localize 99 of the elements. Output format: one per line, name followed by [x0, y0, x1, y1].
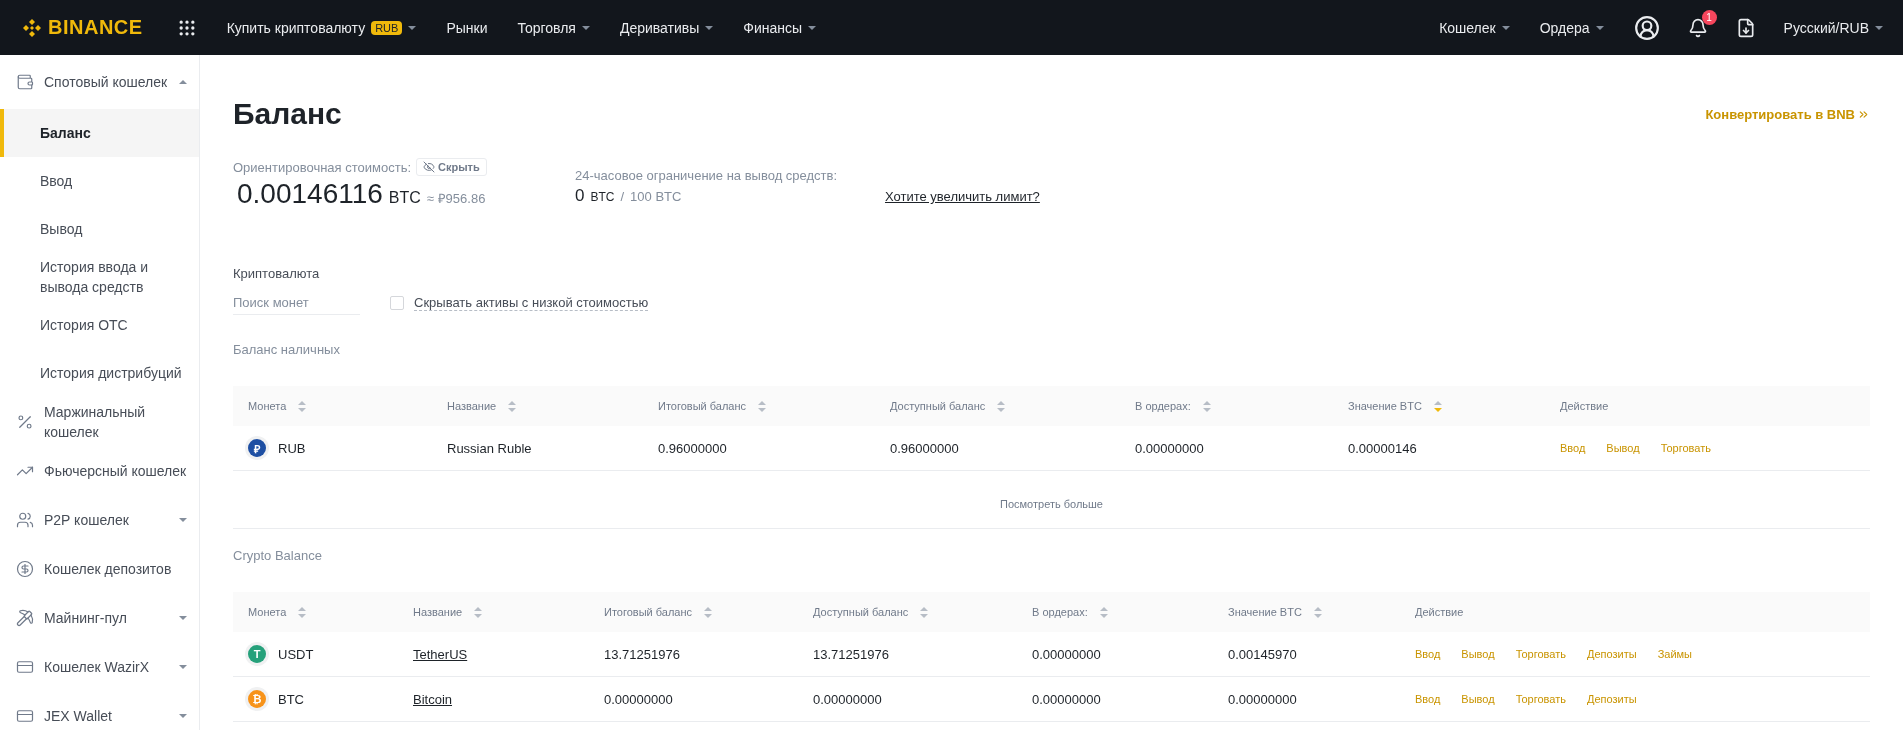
sort-icon[interactable]	[1099, 606, 1108, 618]
coin-name-link[interactable]: Bitcoin	[413, 691, 453, 707]
sidebar-item[interactable]: Кошелек WazirX	[0, 642, 199, 691]
column-header: Доступный баланс	[890, 400, 986, 412]
sidebar-item[interactable]: Вывод	[0, 205, 199, 253]
sidebar-item[interactable]: Баланс	[0, 109, 199, 157]
nav-link[interactable]: Деривативы	[619, 19, 714, 36]
sort-icon[interactable]	[997, 400, 1006, 412]
column-header: Действие	[1560, 400, 1609, 412]
nav-link[interactable]: Финансы	[743, 19, 817, 36]
table-cell-text: 0.00145970	[1228, 646, 1298, 662]
sidebar-item[interactable]: Фьючерсный кошелек	[0, 446, 199, 495]
logo-text: BINANCE	[48, 16, 143, 39]
table-cell-text: 0.96000000	[890, 440, 960, 456]
table-cell-text: 0.00000000	[1135, 440, 1205, 456]
table-cell: BTC	[278, 691, 304, 707]
nav-link[interactable]: Торговля	[517, 19, 590, 36]
table-cell-text: 13.71251976	[604, 646, 681, 662]
coin-icon: ₽	[248, 439, 266, 457]
table-cell-text: 0.00000000	[604, 691, 674, 707]
increase-limit-link[interactable]: Хотите увеличить лимит?	[885, 189, 1040, 204]
column-header: Монета	[248, 606, 287, 618]
language-selector[interactable]: Русский/RUB	[1783, 19, 1883, 36]
sort-icon[interactable]	[298, 606, 307, 618]
sort-icon[interactable]	[758, 400, 767, 412]
coin-name-link[interactable]: TetherUS	[413, 646, 468, 662]
sort-icon[interactable]	[298, 400, 307, 412]
sidebar-item[interactable]: История OTC	[0, 301, 199, 349]
column-header: Доступный баланс	[813, 606, 909, 618]
section-title: Crypto Balance	[233, 548, 323, 563]
eye-off-icon	[423, 161, 436, 173]
table-cell-text: 0.00000146	[1348, 440, 1418, 456]
column-header: Действие	[1415, 606, 1464, 618]
sidebar-item[interactable]: История ввода и вывода средств	[0, 253, 199, 301]
hide-button[interactable]: Скрыть	[416, 158, 487, 176]
table-cell-text: Russian Ruble	[447, 440, 533, 456]
table-cell-text: 0.96000000	[658, 440, 728, 456]
wallet-icon	[16, 73, 36, 91]
sidebar-item[interactable]: Майнинг-пул	[0, 593, 199, 642]
page-title: Баланс	[233, 97, 342, 131]
table-cell-text: 13.71251976	[813, 646, 890, 662]
nav-link[interactable]: Купить криптовалюту RUB	[226, 19, 417, 36]
sidebar-item[interactable]: Спотовый кошелек	[0, 55, 199, 109]
bell-icon[interactable]	[1687, 17, 1708, 38]
sort-icon[interactable]	[1202, 400, 1211, 412]
sort-icon[interactable]	[704, 606, 713, 618]
sidebar-item[interactable]: Маржинальный кошелек	[0, 397, 199, 446]
people-icon	[16, 510, 36, 529]
table-cell-text: 0.00000000	[813, 691, 883, 707]
nav-link[interactable]: Ордера	[1539, 19, 1604, 36]
table-cell-text: 0.00000000	[1032, 691, 1102, 707]
balance-amount: 0.00146116	[237, 178, 383, 210]
coin-icon: ₿	[248, 690, 266, 708]
coin-icon: T	[248, 645, 266, 663]
limit-unit: BTC	[590, 190, 615, 204]
table-cell: USDT	[278, 646, 314, 662]
table-cell-text: 0.00000000	[1228, 691, 1298, 707]
column-header: Монета	[248, 400, 287, 412]
sidebar-item[interactable]: JEX Wallet	[0, 691, 199, 730]
caret-icon	[1875, 25, 1883, 30]
column-header: Итоговый баланс	[604, 606, 693, 618]
limit-label: 24-часовое ограничение на вывод средств:	[575, 168, 838, 183]
hide-small-option[interactable]: Скрывать активы с низкой стоимостью	[390, 295, 649, 311]
pickaxe-icon	[16, 608, 36, 627]
sort-icon[interactable]	[1433, 400, 1442, 412]
notification-count: 1	[1701, 9, 1717, 25]
sort-icon[interactable]	[1313, 606, 1322, 618]
limit-total: 100 BTC	[630, 189, 682, 204]
column-header: В ордерах:	[1135, 400, 1191, 412]
dollar-coin-icon	[16, 559, 36, 578]
column-header: Название	[447, 400, 497, 412]
estimate-label: Ориентировочная стоимость:	[233, 159, 412, 175]
sidebar-item[interactable]: Ввод	[0, 157, 199, 205]
column-header: Значение BTC	[1348, 400, 1422, 412]
nav-link[interactable]: Кошелек	[1439, 19, 1510, 36]
table-cell-text: 0.00000000	[1032, 646, 1102, 662]
logo-icon	[22, 17, 42, 38]
section-title: Баланс наличных	[233, 342, 341, 357]
sidebar-item[interactable]: История дистрибуций	[0, 349, 199, 397]
sidebar-item[interactable]: Кошелек депозитов	[0, 544, 199, 593]
show-more-link[interactable]: Посмотреть больше	[233, 479, 1870, 529]
column-header: Итоговый баланс	[658, 400, 747, 412]
fiat-approx: ≈ ₽956.86	[426, 190, 486, 207]
limit-separator: /	[620, 189, 625, 204]
sort-icon[interactable]	[474, 606, 483, 618]
sidebar-item[interactable]: P2P кошелек	[0, 495, 199, 544]
column-header: В ордерах:	[1032, 606, 1088, 618]
checkbox[interactable]	[390, 296, 404, 310]
table-cell: RUB	[278, 440, 306, 456]
column-header: Значение BTC	[1228, 606, 1302, 618]
filter-label: Криптовалюта	[233, 266, 321, 281]
column-header: Название	[413, 606, 463, 618]
limit-used: 0	[575, 186, 585, 206]
user-icon[interactable]	[1633, 14, 1660, 41]
balance-unit: BTC	[388, 189, 421, 207]
sort-icon[interactable]	[920, 606, 929, 618]
currency-badge: RUB	[371, 20, 403, 35]
sort-icon[interactable]	[508, 400, 517, 412]
nav-link[interactable]: Рынки	[446, 19, 488, 36]
